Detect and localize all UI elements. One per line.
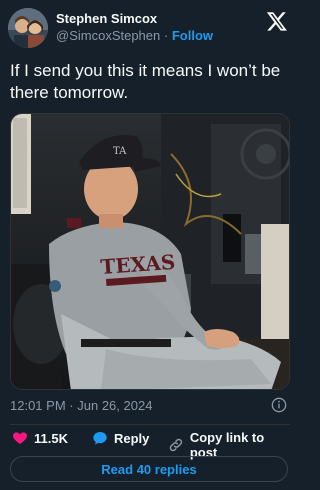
avatar-image (8, 8, 48, 48)
action-bar: 11.5K Reply Copy link to post (10, 430, 294, 460)
read-replies-button[interactable]: Read 40 replies (10, 456, 288, 482)
svg-text:TA: TA (113, 146, 127, 157)
tweet-header: Stephen Simcox @SimcoxStephen · Follow (8, 8, 292, 48)
heart-icon (13, 432, 27, 444)
tweet-card: Stephen Simcox @SimcoxStephen · Follow I… (0, 0, 300, 490)
photo-icon: TA TEXAS (11, 114, 289, 389)
tweet-date: Jun 26, 2024 (77, 398, 153, 413)
reply-button[interactable]: Reply (92, 430, 149, 446)
reply-bubble-icon (93, 432, 107, 445)
like-count: 11.5K (34, 430, 68, 446)
reply-label: Reply (114, 430, 150, 446)
separator-dot: · (163, 28, 169, 43)
x-logo-icon[interactable] (266, 10, 288, 32)
tweet-time: 12:01 PM (10, 398, 66, 413)
author-handle[interactable]: @SimcoxStephen (56, 28, 160, 43)
tweet-timestamp[interactable]: 12:01 PM · Jun 26, 2024 (10, 398, 152, 413)
tweet-photo[interactable]: TA TEXAS (10, 113, 290, 390)
avatar[interactable] (8, 8, 48, 48)
author-name[interactable]: Stephen Simcox (56, 11, 213, 27)
info-icon[interactable] (271, 397, 287, 413)
link-icon (169, 438, 183, 452)
follow-button[interactable]: Follow (172, 28, 213, 43)
tweet-text: If I send you this it means I won’t be t… (10, 61, 281, 102)
timestamp-separator: · (69, 398, 74, 413)
divider (10, 424, 290, 425)
like-button[interactable]: 11.5K (12, 430, 68, 446)
